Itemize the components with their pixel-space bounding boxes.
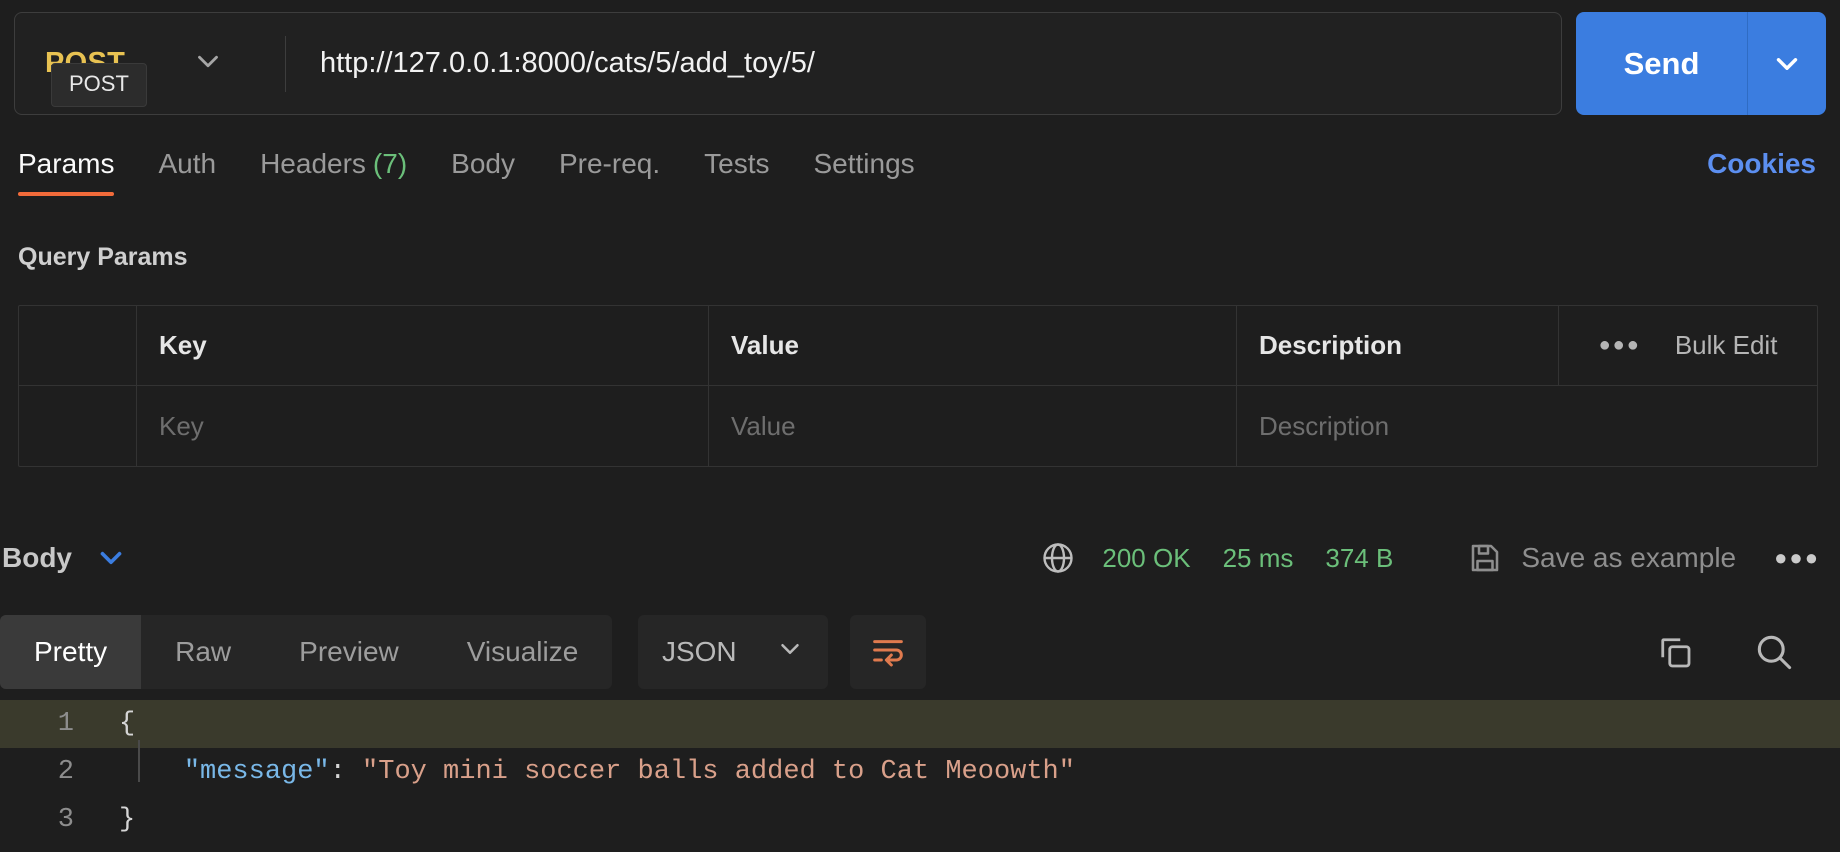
tab-headers-count: (7) xyxy=(372,148,408,179)
tab-settings-label: Settings xyxy=(813,148,915,179)
query-params-table: Key Value Description ●●● Bulk Edit Key … xyxy=(18,305,1818,467)
header-key-label: Key xyxy=(159,330,207,360)
header-value-label: Value xyxy=(731,330,799,360)
tab-params-label: Params xyxy=(18,148,115,179)
floppy-disk-icon xyxy=(1467,540,1503,576)
globe-icon xyxy=(1040,540,1076,576)
format-select[interactable]: JSON xyxy=(638,615,829,689)
query-params-title: Query Params xyxy=(18,243,188,271)
response-more-three-dots-icon[interactable]: ●●● xyxy=(1774,545,1820,571)
tab-settings[interactable]: Settings xyxy=(814,148,915,196)
response-body-label: Body xyxy=(2,542,72,573)
format-chevron-down-icon[interactable] xyxy=(775,634,805,671)
table-row[interactable]: Key Value Description xyxy=(19,386,1817,466)
response-body-code[interactable]: 1 { 2 "message": "Toy mini soccer balls … xyxy=(0,700,1840,852)
json-separator: : xyxy=(329,757,363,787)
cookies-link[interactable]: Cookies xyxy=(1707,148,1816,180)
row-key-placeholder: Key xyxy=(159,410,204,441)
tab-tests-label: Tests xyxy=(704,148,770,179)
response-actions xyxy=(1654,630,1840,674)
header-description-cell: Description xyxy=(1237,306,1559,385)
word-wrap-icon xyxy=(868,630,908,675)
tab-visualize[interactable]: Visualize xyxy=(433,615,613,689)
row-value-input[interactable]: Value xyxy=(709,386,1237,466)
header-value-cell: Value xyxy=(709,306,1237,385)
header-checkbox-cell xyxy=(19,306,137,385)
tab-pretty[interactable]: Pretty xyxy=(0,615,142,689)
json-key: "message" xyxy=(183,757,330,787)
chevron-down-icon[interactable] xyxy=(191,44,225,83)
method-selector[interactable]: POST POST xyxy=(15,13,285,114)
tab-tests[interactable]: Tests xyxy=(704,148,769,196)
three-dots-icon[interactable]: ●●● xyxy=(1599,334,1641,357)
word-wrap-button[interactable] xyxy=(850,615,927,689)
line-number: 2 xyxy=(57,757,74,787)
tab-params[interactable]: Params xyxy=(18,148,115,196)
request-tabs: Params Auth Headers (7) Body Pre-req. Tes… xyxy=(0,148,1840,216)
line-number: 3 xyxy=(57,805,74,835)
bulk-edit-button[interactable]: ●●● Bulk Edit xyxy=(1559,306,1817,385)
method-tooltip: POST xyxy=(51,63,147,107)
tab-raw[interactable]: Raw xyxy=(141,615,265,689)
code-fold-rail xyxy=(138,740,140,782)
code-line: 2 "message": "Toy mini soccer balls adde… xyxy=(0,748,1840,796)
response-status-group: 200 OK 25 ms 374 B Save as example ●●● xyxy=(1040,540,1840,576)
code-line-text: } xyxy=(119,805,136,835)
row-value-placeholder: Value xyxy=(731,410,796,441)
tab-headers-label: Headers xyxy=(260,148,366,179)
tab-headers[interactable]: Headers (7) xyxy=(260,148,407,196)
response-size: 374 B xyxy=(1325,542,1394,573)
search-icon[interactable] xyxy=(1752,630,1796,674)
request-url-bar: POST POST http://127.0.0.1:8000/cats/5/a… xyxy=(14,12,1826,115)
save-as-example-button[interactable]: Save as example xyxy=(1467,540,1736,576)
row-key-input[interactable]: Key xyxy=(137,386,709,466)
header-description-label: Description xyxy=(1259,330,1403,360)
tab-preview[interactable]: Preview xyxy=(265,615,433,689)
header-key-cell: Key xyxy=(137,306,709,385)
save-as-example-label: Save as example xyxy=(1521,542,1737,573)
format-select-value: JSON xyxy=(661,636,737,667)
code-line-text: { xyxy=(119,709,136,739)
response-view-tabs: Pretty Raw Preview Visualize xyxy=(0,615,613,689)
code-line: 1 { xyxy=(0,700,1840,748)
json-string-value: "Toy mini soccer balls added to Cat Meoo… xyxy=(362,757,1075,787)
code-line-text: "message": "Toy mini soccer balls added … xyxy=(103,757,1075,787)
status-code: 200 OK xyxy=(1102,542,1191,573)
url-input[interactable]: http://127.0.0.1:8000/cats/5/add_toy/5/ xyxy=(286,47,1561,80)
bulk-edit-label: Bulk Edit xyxy=(1674,330,1778,360)
response-meta-bar: Body 200 OK 25 ms 374 B Save as example … xyxy=(0,527,1840,589)
send-button-group: Send xyxy=(1576,12,1826,115)
tab-prereq-label: Pre-req. xyxy=(558,148,661,179)
tab-auth[interactable]: Auth xyxy=(158,148,216,196)
tab-prereq[interactable]: Pre-req. xyxy=(559,148,660,196)
row-description-placeholder: Description xyxy=(1259,410,1390,441)
tab-auth-label: Auth xyxy=(158,148,217,179)
send-button[interactable]: Send xyxy=(1576,12,1747,115)
response-view-toolbar: Pretty Raw Preview Visualize JSON xyxy=(0,613,1840,691)
body-chevron-down-icon[interactable] xyxy=(94,541,128,575)
response-time: 25 ms xyxy=(1222,542,1294,573)
send-options-chevron-down-icon[interactable] xyxy=(1748,12,1826,115)
code-line: 3 } xyxy=(0,796,1840,844)
url-input-container[interactable]: POST POST http://127.0.0.1:8000/cats/5/a… xyxy=(14,12,1562,115)
tab-body[interactable]: Body xyxy=(451,148,515,196)
row-checkbox-cell[interactable] xyxy=(19,386,137,466)
line-number: 1 xyxy=(57,709,74,739)
table-header-row: Key Value Description ●●● Bulk Edit xyxy=(19,306,1817,386)
row-description-input[interactable]: Description xyxy=(1237,386,1817,466)
copy-icon[interactable] xyxy=(1654,631,1696,673)
tab-body-label: Body xyxy=(451,148,515,179)
